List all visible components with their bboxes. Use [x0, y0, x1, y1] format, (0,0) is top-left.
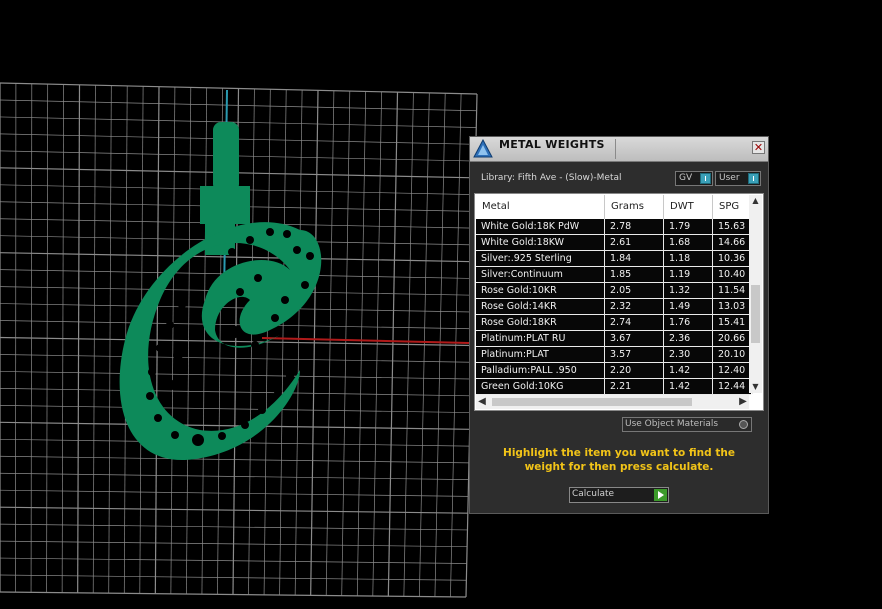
cell-metal: Green Gold:10KG	[476, 379, 605, 394]
table-row[interactable]: Platinum:PLAT RU3.672.3620.66	[476, 331, 751, 347]
calculate-button[interactable]: Calculate	[569, 487, 669, 503]
vertical-scroll-thumb[interactable]	[751, 285, 760, 343]
cell-grams: 1.85	[605, 267, 664, 282]
cell-spg: 20.66	[713, 331, 753, 346]
library-label: Library: Fifth Ave - (Slow)-Metal	[481, 173, 622, 183]
cell-metal: Palladium:PALL .950	[476, 363, 605, 378]
cell-spg: 20.10	[713, 347, 753, 362]
table-row[interactable]: Rose Gold:10KR2.051.3211.54	[476, 283, 751, 299]
cell-metal: Silver:Continuum	[476, 267, 605, 282]
table-header: Metal Grams DWT SPG	[476, 195, 751, 219]
cell-dwt: 1.68	[664, 235, 713, 250]
column-header-metal[interactable]: Metal	[476, 195, 605, 219]
cell-grams: 2.21	[605, 379, 664, 394]
cell-metal: Rose Gold:18KR	[476, 315, 605, 330]
use-object-materials-label: Use Object Materials	[625, 419, 718, 429]
close-button[interactable]: ✕	[752, 141, 765, 154]
radio-icon	[739, 420, 748, 429]
column-header-dwt[interactable]: DWT	[664, 195, 713, 219]
plugin-logo-icon	[472, 138, 494, 160]
cell-metal: Platinum:PLAT	[476, 347, 605, 362]
table-row[interactable]: Platinum:PLAT3.572.3020.10	[476, 347, 751, 363]
scroll-up-icon[interactable]: ▲	[749, 195, 762, 207]
cell-dwt: 1.42	[664, 363, 713, 378]
toggle-knob-icon	[748, 173, 759, 184]
gv-toggle-label: GV	[679, 173, 692, 183]
vertical-scrollbar[interactable]: ▲ ▼	[749, 195, 762, 393]
cell-spg: 15.41	[713, 315, 753, 330]
scroll-right-icon[interactable]: ▶	[737, 395, 749, 409]
cell-spg: 11.54	[713, 283, 753, 298]
gv-toggle[interactable]: GV	[675, 171, 713, 186]
table-row[interactable]: Green Gold:10KG2.211.4212.44	[476, 379, 751, 395]
cell-dwt: 1.49	[664, 299, 713, 314]
column-header-grams[interactable]: Grams	[605, 195, 664, 219]
scroll-left-icon[interactable]: ◀	[476, 395, 488, 409]
cell-dwt: 1.42	[664, 379, 713, 394]
cell-spg: 14.66	[713, 235, 753, 250]
metal-table: Metal Grams DWT SPG White Gold:18K PdW2.…	[474, 193, 764, 411]
metal-weights-panel: METAL WEIGHTS ✕ Library: Fifth Ave - (Sl…	[469, 136, 769, 514]
table-row[interactable]: White Gold:18K PdW2.781.7915.63	[476, 219, 751, 235]
cell-dwt: 1.76	[664, 315, 713, 330]
cell-grams: 2.05	[605, 283, 664, 298]
cell-grams: 2.61	[605, 235, 664, 250]
user-toggle[interactable]: User	[715, 171, 761, 186]
horizontal-scroll-thumb[interactable]	[492, 398, 692, 406]
use-object-materials-option[interactable]: Use Object Materials	[622, 417, 752, 432]
cell-metal: Rose Gold:10KR	[476, 283, 605, 298]
table-row[interactable]: Rose Gold:14KR2.321.4913.03	[476, 299, 751, 315]
instructions-text: Highlight the item you want to find the …	[482, 446, 756, 474]
cell-metal: White Gold:18K PdW	[476, 219, 605, 234]
toggle-knob-icon	[700, 173, 711, 184]
table-row[interactable]: Palladium:PALL .9502.201.4212.40	[476, 363, 751, 379]
cell-metal: Silver:.925 Sterling	[476, 251, 605, 266]
table-body: White Gold:18K PdW2.781.7915.63White Gol…	[476, 219, 751, 395]
table-row[interactable]: White Gold:18KW2.611.6814.66	[476, 235, 751, 251]
cell-dwt: 2.36	[664, 331, 713, 346]
cell-dwt: 1.18	[664, 251, 713, 266]
cell-spg: 15.63	[713, 219, 753, 234]
cell-spg: 10.36	[713, 251, 753, 266]
calculate-label: Calculate	[572, 489, 614, 499]
cell-grams: 3.67	[605, 331, 664, 346]
user-toggle-label: User	[719, 173, 740, 183]
cell-dwt: 1.32	[664, 283, 713, 298]
cell-metal: White Gold:18KW	[476, 235, 605, 250]
cell-dwt: 1.19	[664, 267, 713, 282]
cell-metal: Platinum:PLAT RU	[476, 331, 605, 346]
scroll-down-icon[interactable]: ▼	[749, 381, 762, 393]
cell-spg: 10.40	[713, 267, 753, 282]
letter-c-pendant-model[interactable]	[120, 122, 322, 460]
cell-dwt: 1.79	[664, 219, 713, 234]
table-row[interactable]: Silver:.925 Sterling1.841.1810.36	[476, 251, 751, 267]
play-icon	[654, 489, 667, 501]
cell-grams: 2.32	[605, 299, 664, 314]
panel-titlebar[interactable]: METAL WEIGHTS ✕	[470, 137, 768, 162]
panel-title: METAL WEIGHTS	[499, 138, 605, 151]
cell-spg: 12.40	[713, 363, 753, 378]
titlebar-divider	[615, 139, 616, 159]
cell-metal: Rose Gold:14KR	[476, 299, 605, 314]
table-row[interactable]: Rose Gold:18KR2.741.7615.41	[476, 315, 751, 331]
cell-grams: 3.57	[605, 347, 664, 362]
cell-dwt: 2.30	[664, 347, 713, 362]
cell-grams: 1.84	[605, 251, 664, 266]
cell-grams: 2.78	[605, 219, 664, 234]
cell-spg: 13.03	[713, 299, 753, 314]
cell-grams: 2.74	[605, 315, 664, 330]
cell-grams: 2.20	[605, 363, 664, 378]
table-row[interactable]: Silver:Continuum1.851.1910.40	[476, 267, 751, 283]
column-header-spg[interactable]: SPG	[713, 195, 753, 219]
cell-spg: 12.44	[713, 379, 753, 394]
horizontal-scrollbar[interactable]: ◀ ▶	[476, 395, 749, 409]
